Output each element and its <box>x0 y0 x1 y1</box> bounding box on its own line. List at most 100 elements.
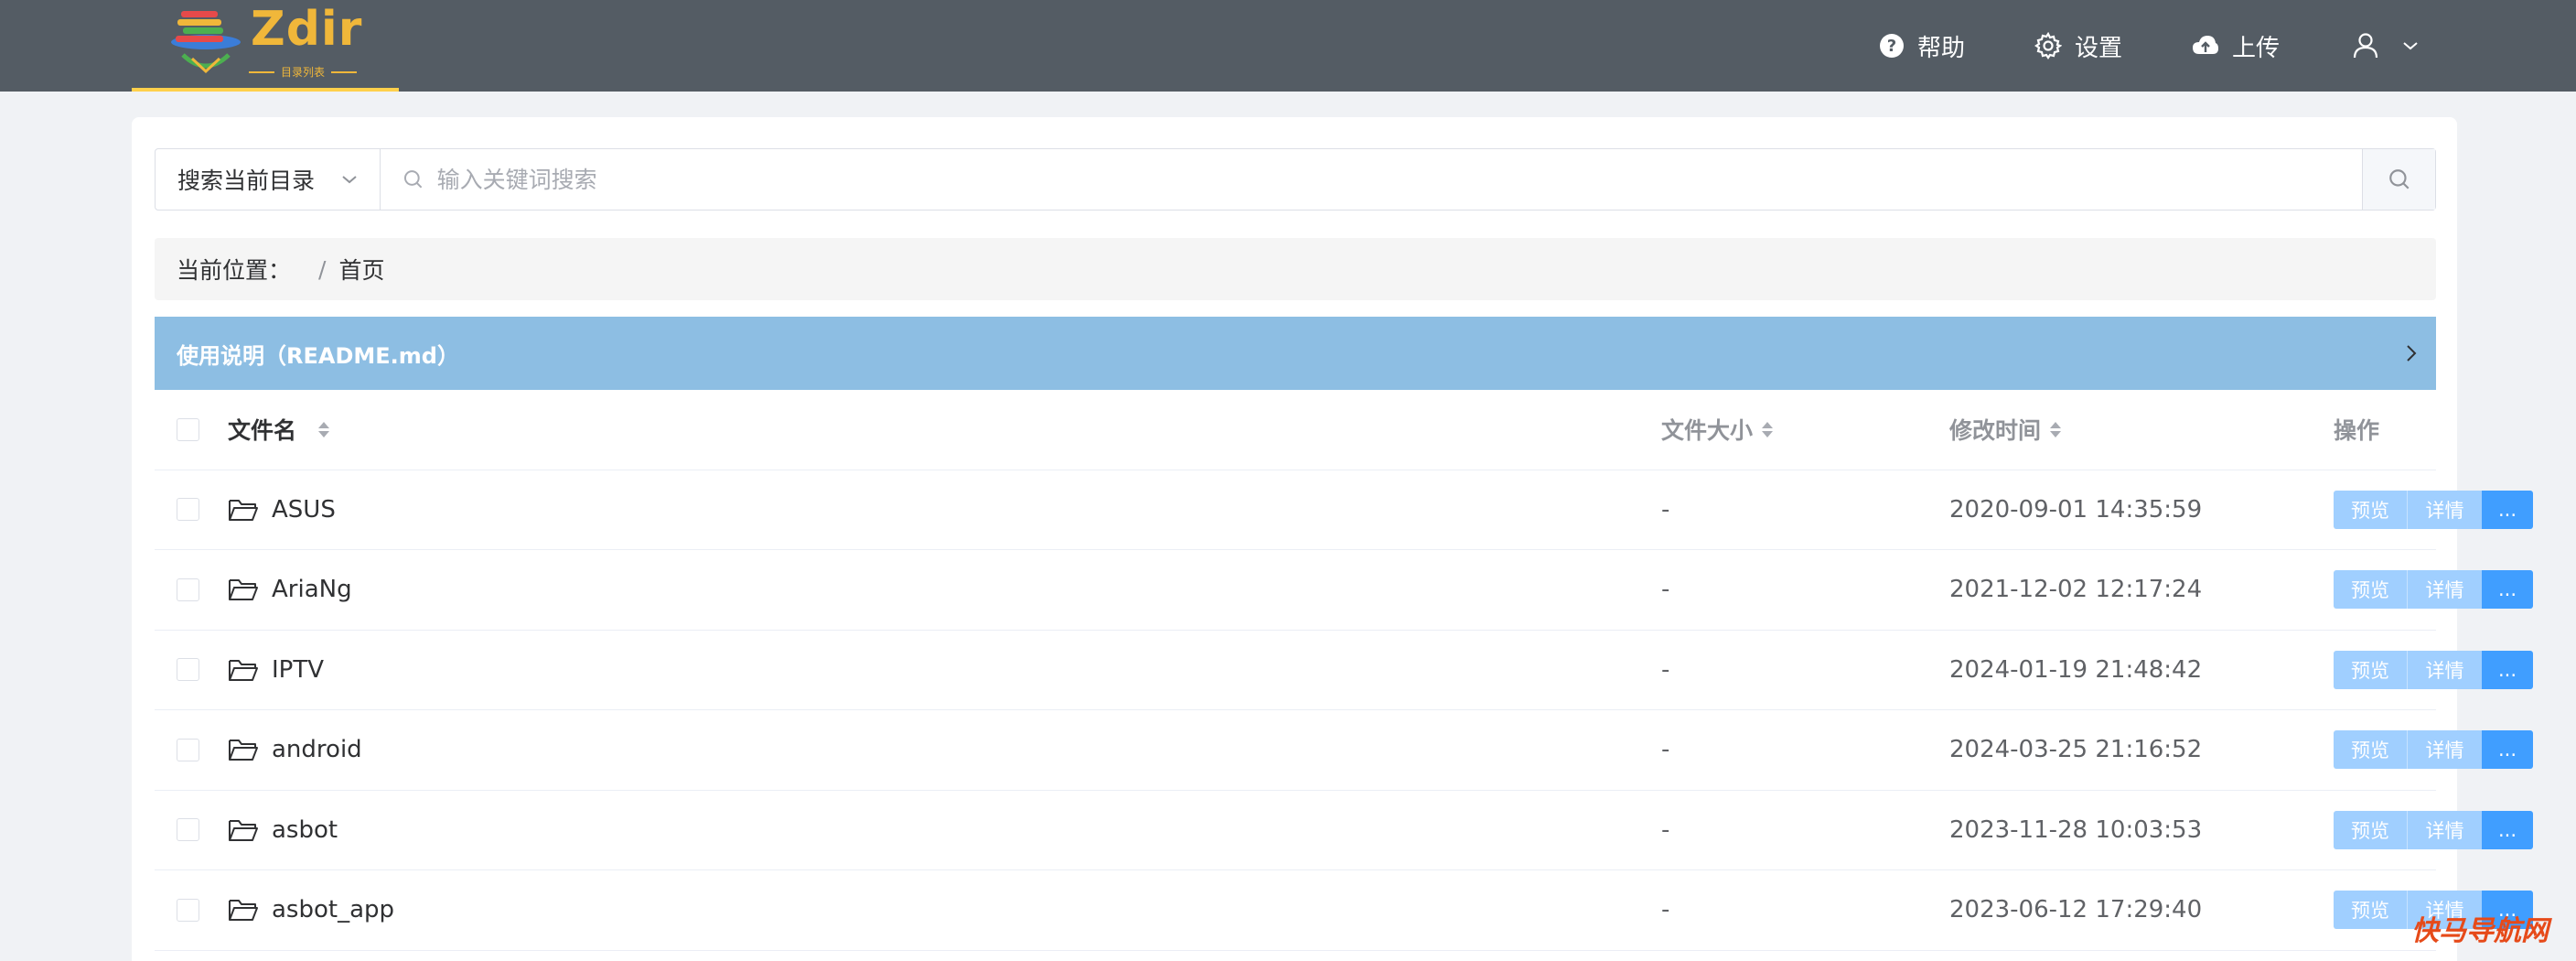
column-header-size-label: 文件大小 <box>1661 417 1754 445</box>
file-mtime: 2024-03-25 21:16:52 <box>1949 736 2203 764</box>
preview-button[interactable]: 预览 <box>2334 730 2407 770</box>
chevron-down-icon <box>2403 42 2418 50</box>
logo-subtitle: 目录列表 <box>249 64 357 80</box>
row-checkbox[interactable] <box>177 898 199 922</box>
file-name[interactable]: ASUS <box>272 496 336 524</box>
file-table: 文件名 文件大小 修改时间 操作 ASUS - 2020-09-01 14:35… <box>155 390 2533 951</box>
readme-title: 使用说明（README.md） <box>177 342 459 369</box>
detail-button[interactable]: 详情 <box>2407 570 2482 610</box>
user-menu[interactable] <box>2353 0 2419 92</box>
column-header-size[interactable]: 文件大小 <box>1661 390 1774 470</box>
row-checkbox[interactable] <box>177 738 199 761</box>
file-browser-card: 搜索当前目录 当前位置： / 首页 使用说明（README.md） <box>132 117 2533 961</box>
nav-help-label: 帮助 <box>1917 34 1966 62</box>
logo-books-icon <box>171 11 241 74</box>
column-header-mtime-label: 修改时间 <box>1949 417 2042 445</box>
user-icon <box>2353 33 2378 59</box>
file-size: - <box>1661 896 1670 924</box>
file-size: - <box>1661 655 1670 684</box>
more-button[interactable]: ... <box>2482 730 2533 770</box>
search-scope-select[interactable]: 搜索当前目录 <box>156 149 381 210</box>
breadcrumb-label: 当前位置： <box>177 257 292 284</box>
table-header: 文件名 文件大小 修改时间 操作 <box>155 390 2436 470</box>
column-header-actions-label: 操作 <box>2334 417 2380 445</box>
file-size: - <box>1661 815 1670 844</box>
row-checkbox[interactable] <box>177 578 199 601</box>
more-button[interactable]: ... <box>2482 570 2533 610</box>
file-name[interactable]: android <box>272 736 362 763</box>
cloud-upload-icon <box>2193 36 2218 54</box>
row-checkbox[interactable] <box>177 498 199 522</box>
sort-icon[interactable] <box>1762 421 1774 437</box>
column-header-mtime[interactable]: 修改时间 <box>1949 390 2062 470</box>
table-row[interactable]: ASUS - 2020-09-01 14:35:59 预览 详情 ... <box>155 470 2533 550</box>
breadcrumb-separator: / <box>318 255 327 283</box>
row-checkbox[interactable] <box>177 658 199 682</box>
more-button[interactable]: ... <box>2482 810 2533 849</box>
preview-button[interactable]: 预览 <box>2334 891 2407 930</box>
svg-text:?: ? <box>1887 37 1896 56</box>
file-size: - <box>1661 736 1670 764</box>
table-row[interactable]: android - 2024-03-25 21:16:52 预览 详情 ... <box>155 710 2533 791</box>
search-bar: 搜索当前目录 <box>155 148 2436 211</box>
search-button[interactable] <box>2362 149 2435 210</box>
chevron-right-icon <box>2407 345 2417 362</box>
file-mtime: 2023-06-12 17:29:40 <box>1949 896 2203 924</box>
table-row[interactable]: asbot - 2023-11-28 10:03:53 预览 详情 ... <box>155 791 2533 870</box>
breadcrumb-home[interactable]: 首页 <box>338 253 384 286</box>
folder-icon <box>229 900 258 922</box>
folder-icon <box>229 499 258 521</box>
logo-text: Zdir <box>251 2 363 57</box>
file-name[interactable]: asbot_app <box>272 896 394 923</box>
detail-button[interactable]: 详情 <box>2407 490 2482 529</box>
file-mtime: 2021-12-02 12:17:24 <box>1949 576 2203 604</box>
file-mtime: 2023-11-28 10:03:53 <box>1949 815 2203 844</box>
detail-button[interactable]: 详情 <box>2407 730 2482 770</box>
nav-upload-label: 上传 <box>2232 34 2281 62</box>
help-icon: ? <box>1880 34 1904 58</box>
breadcrumb: 当前位置： / 首页 <box>155 238 2436 300</box>
file-name[interactable]: asbot <box>272 816 338 844</box>
watermark: 快马导航网 <box>2411 915 2549 947</box>
chevron-down-icon <box>342 176 357 184</box>
table-row[interactable]: AriaNg - 2021-12-02 12:17:24 预览 详情 ... <box>155 550 2533 631</box>
folder-icon <box>229 659 258 681</box>
detail-button[interactable]: 详情 <box>2407 650 2482 689</box>
nav-settings-label: 设置 <box>2075 34 2123 62</box>
preview-button[interactable]: 预览 <box>2334 650 2407 689</box>
file-name[interactable]: AriaNg <box>272 576 352 603</box>
file-mtime: 2020-09-01 14:35:59 <box>1949 495 2203 524</box>
search-icon <box>2388 169 2410 189</box>
table-row[interactable]: asbot_app - 2023-06-12 17:29:40 预览 详情 ..… <box>155 870 2533 951</box>
column-header-name-label: 文件名 <box>228 417 297 445</box>
column-header-name[interactable]: 文件名 <box>228 390 330 470</box>
search-input[interactable] <box>436 166 2362 193</box>
top-navbar: Zdir 目录列表 ? 帮助 设置 上传 <box>0 0 2576 92</box>
folder-icon <box>229 819 258 841</box>
nav-upload[interactable]: 上传 <box>2192 0 2280 92</box>
more-button[interactable]: ... <box>2482 490 2533 529</box>
sort-icon[interactable] <box>2050 421 2062 437</box>
more-button[interactable]: ... <box>2482 650 2533 689</box>
gear-icon <box>2034 32 2062 59</box>
preview-button[interactable]: 预览 <box>2334 810 2407 849</box>
nav-help[interactable]: ? 帮助 <box>1879 0 1965 92</box>
search-input-wrapper <box>381 149 2362 210</box>
sort-icon[interactable] <box>318 421 330 437</box>
logo[interactable]: Zdir 目录列表 <box>132 0 399 92</box>
table-row[interactable]: IPTV - 2024-01-19 21:48:42 预览 详情 ... <box>155 631 2533 710</box>
row-checkbox[interactable] <box>177 818 199 842</box>
file-size: - <box>1661 495 1670 524</box>
preview-button[interactable]: 预览 <box>2334 490 2407 529</box>
file-name[interactable]: IPTV <box>272 656 324 684</box>
file-size: - <box>1661 576 1670 604</box>
folder-icon <box>229 740 258 761</box>
file-mtime: 2024-01-19 21:48:42 <box>1949 655 2203 684</box>
select-all-checkbox[interactable] <box>177 417 199 441</box>
search-icon <box>403 170 423 189</box>
search-scope-value: 搜索当前目录 <box>177 167 316 194</box>
detail-button[interactable]: 详情 <box>2407 810 2482 849</box>
nav-settings[interactable]: 设置 <box>2034 0 2122 92</box>
preview-button[interactable]: 预览 <box>2334 570 2407 610</box>
readme-collapse[interactable]: 使用说明（README.md） <box>155 317 2436 390</box>
